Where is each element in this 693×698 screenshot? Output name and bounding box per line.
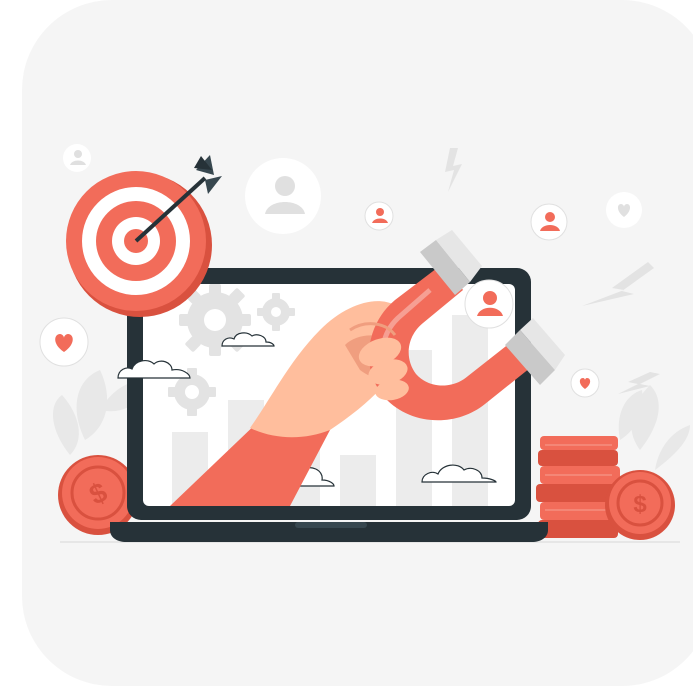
magnet-illustration: $ $ — [39, 144, 690, 543]
coin-stack-icon — [536, 436, 620, 538]
user-icon — [364, 201, 394, 231]
user-icon — [63, 144, 91, 172]
svg-text:$: $ — [633, 491, 647, 518]
heart-icon — [606, 192, 642, 228]
leaf-icon — [618, 385, 690, 470]
user-icon — [530, 203, 568, 241]
heart-icon — [39, 317, 89, 367]
user-icon — [245, 158, 321, 234]
heart-icon — [570, 368, 600, 398]
coin-icon: $ — [605, 470, 675, 540]
user-icon — [464, 279, 514, 329]
illustration-stage: $ $ — [0, 0, 693, 698]
